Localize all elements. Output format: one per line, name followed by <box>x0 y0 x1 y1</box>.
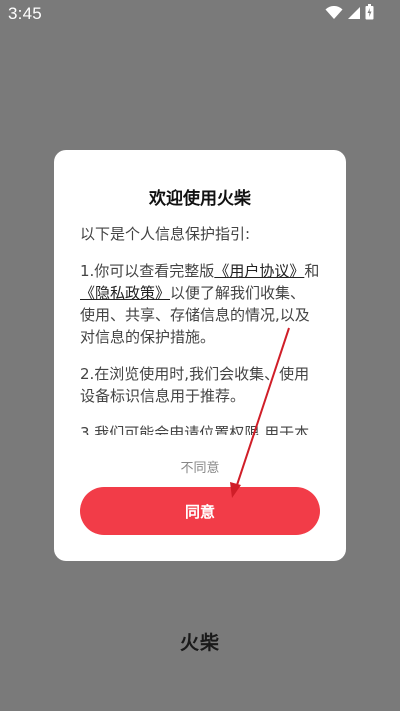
status-time: 3:45 <box>8 4 42 23</box>
disagree-button[interactable]: 不同意 <box>54 457 346 476</box>
signal-icon <box>347 5 361 24</box>
wifi-icon <box>325 5 343 24</box>
dialog-intro: 以下是个人信息保护指引: <box>80 225 251 243</box>
status-icons <box>325 4 374 24</box>
dialog-body[interactable]: 以下是个人信息保护指引: 1.你可以查看完整版《用户协议》和《隐私政策》以便了解… <box>80 223 320 435</box>
clause-1: 1.你可以查看完整版《用户协议》和《隐私政策》以便了解我们收集、使用、共享、存储… <box>80 260 320 348</box>
user-agreement-link[interactable]: 《用户协议》 <box>214 262 304 280</box>
brand-logo: 火柴 <box>179 632 220 654</box>
clause-1-before: 1.你可以查看完整版 <box>80 262 215 280</box>
privacy-policy-link[interactable]: 《隐私政策》 <box>80 284 170 302</box>
agree-button[interactable]: 同意 <box>80 487 320 535</box>
battery-icon <box>365 4 374 24</box>
dialog-title: 欢迎使用火柴 <box>149 189 251 209</box>
status-bar: 3:45 <box>0 0 400 30</box>
clause-3: 3.我们可能会申请位置权限,用于本事件传推荐推广,我们不能之就 <box>80 424 310 435</box>
privacy-dialog: 欢迎使用火柴 以下是个人信息保护指引: 1.你可以查看完整版《用户协议》和《隐私… <box>54 150 346 561</box>
clause-2: 2.在浏览使用时,我们会收集、使用设备标识信息用于推荐。 <box>80 365 310 405</box>
clause-1-middle: 和 <box>304 262 320 280</box>
